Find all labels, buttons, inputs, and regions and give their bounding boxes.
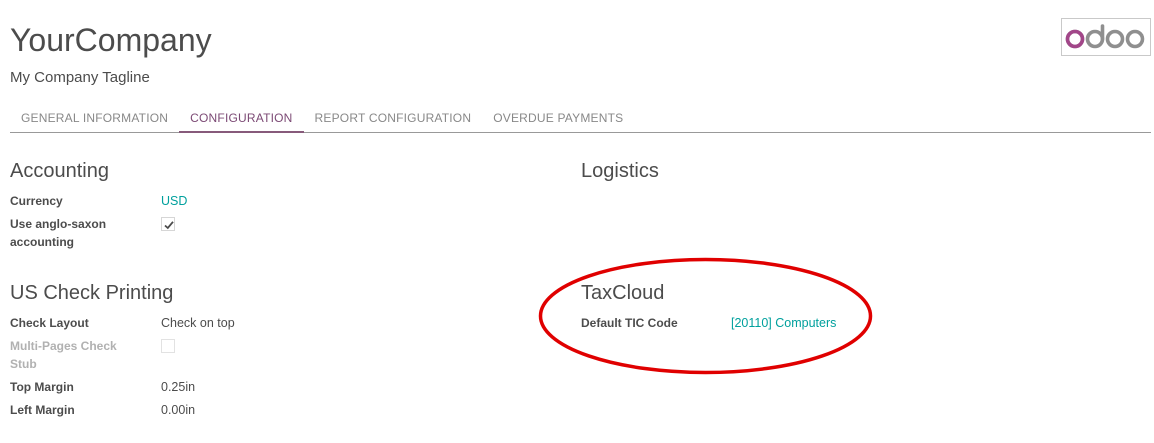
multi-pages-label: Multi-Pages Check Stub bbox=[10, 339, 117, 371]
currency-label: Currency bbox=[10, 194, 63, 208]
check-layout-value[interactable]: Check on top bbox=[161, 314, 235, 332]
company-name[interactable]: YourCompany bbox=[10, 22, 212, 59]
top-margin-label: Top Margin bbox=[10, 380, 74, 394]
tab-overdue-payments[interactable]: OVERDUE PAYMENTS bbox=[482, 106, 634, 133]
accounting-section-title: Accounting bbox=[10, 160, 109, 182]
left-margin-value[interactable]: 0.00in bbox=[161, 401, 195, 419]
left-margin-label: Left Margin bbox=[10, 403, 75, 417]
logistics-section-title: Logistics bbox=[581, 160, 659, 182]
top-margin-value[interactable]: 0.25in bbox=[161, 378, 195, 396]
tab-report-configuration[interactable]: REPORT CONFIGURATION bbox=[304, 106, 483, 133]
odoo-logo-icon bbox=[1065, 24, 1145, 49]
anglo-saxon-label: Use anglo-saxon accounting bbox=[10, 217, 107, 249]
checkmark-icon bbox=[164, 221, 174, 230]
tab-general-information[interactable]: GENERAL INFORMATION bbox=[10, 106, 179, 133]
company-form: YourCompany My Company Tagline GENERAL I… bbox=[0, 0, 1154, 443]
form-tabs: GENERAL INFORMATION CONFIGURATION REPORT… bbox=[10, 106, 1151, 133]
company-tagline[interactable]: My Company Tagline bbox=[10, 69, 150, 86]
taxcloud-section-title: TaxCloud bbox=[581, 282, 665, 304]
tic-code-link[interactable]: [20110] Computers bbox=[731, 314, 836, 332]
anglo-saxon-checkbox[interactable] bbox=[161, 217, 175, 231]
check-layout-label: Check Layout bbox=[10, 316, 89, 330]
tab-configuration[interactable]: CONFIGURATION bbox=[179, 106, 304, 133]
multi-pages-checkbox[interactable] bbox=[161, 339, 175, 353]
company-logo[interactable] bbox=[1061, 18, 1151, 56]
currency-link[interactable]: USD bbox=[161, 192, 187, 210]
check-printing-section-title: US Check Printing bbox=[10, 282, 174, 304]
tic-code-label: Default TIC Code bbox=[581, 316, 678, 330]
